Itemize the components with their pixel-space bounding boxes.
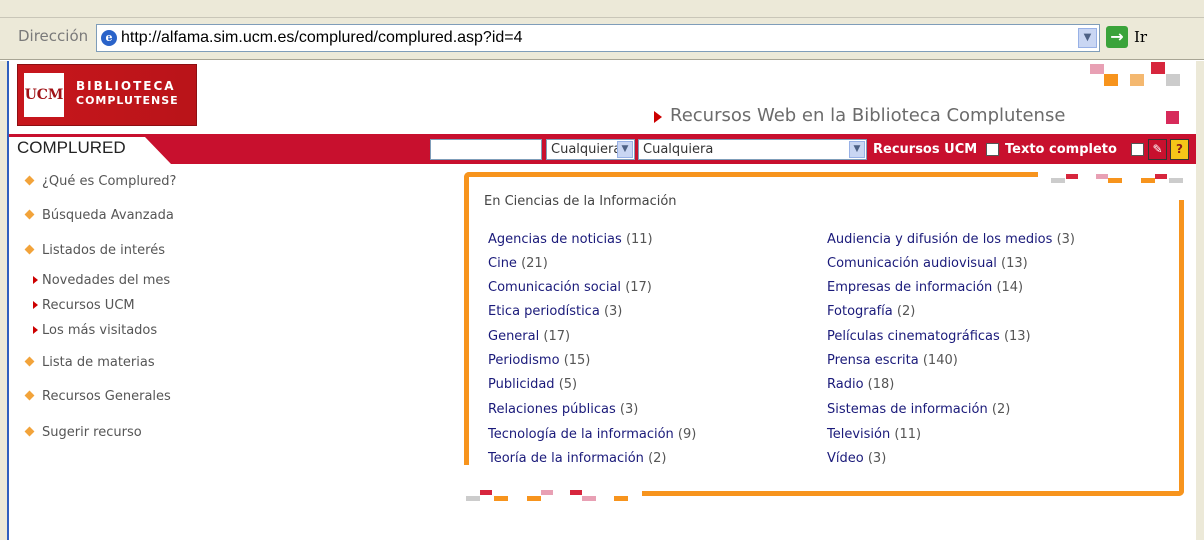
help-icon[interactable]: ? [1170, 139, 1189, 160]
address-bar: Dirección e http://alfama.sim.ucm.es/com… [0, 18, 1204, 60]
category-item[interactable]: Publicidad (5) [488, 377, 577, 392]
biblioteca-logo[interactable]: UCM BIBLIOTECA COMPLUTENSE [17, 64, 197, 126]
diamond-bullet-icon [24, 244, 35, 255]
content-frame-top [464, 172, 1024, 177]
ie-page-icon: e [101, 30, 117, 46]
category-item[interactable]: Audiencia y difusión de los medios (3) [827, 232, 1075, 247]
sidebar-item-listados[interactable]: Listados de interés [24, 243, 165, 258]
diamond-bullet-icon [24, 390, 35, 401]
complured-tab-label: COMPLURED [17, 138, 126, 157]
diamond-bullet-icon [24, 356, 35, 367]
recursos-ucm-checkbox[interactable] [986, 143, 999, 156]
category-item[interactable]: Cine (21) [488, 256, 548, 271]
category-item[interactable]: Comunicación social (17) [488, 280, 652, 295]
arrow-bullet-icon [33, 326, 38, 334]
category-item[interactable]: Películas cinematográficas (13) [827, 329, 1031, 344]
category-item[interactable]: Fotografía (2) [827, 304, 915, 319]
category-item[interactable]: Etica periodística (3) [488, 304, 622, 319]
diamond-bullet-icon [24, 426, 35, 437]
chevron-down-icon[interactable]: ▼ [617, 141, 633, 158]
category-item[interactable]: General (17) [488, 329, 570, 344]
search-input[interactable] [430, 139, 542, 160]
address-url[interactable]: http://alfama.sim.ucm.es/complured/compl… [121, 29, 523, 47]
category-item[interactable]: Tecnología de la información (9) [488, 427, 696, 442]
sidebar-subitem-recursos-ucm[interactable]: Recursos UCM [33, 298, 135, 313]
category-item[interactable]: Periodismo (15) [488, 353, 590, 368]
content-frame-bottom [642, 491, 1184, 496]
window-left-border [0, 61, 9, 540]
content-frame-left [464, 172, 469, 465]
address-dropdown-icon[interactable]: ▼ [1078, 28, 1097, 48]
sidebar-item-que-es[interactable]: ¿Qué es Complured? [24, 174, 176, 189]
sidebar-item-recursos-generales[interactable]: Recursos Generales [24, 389, 171, 404]
texto-completo-label: Texto completo [1005, 142, 1117, 157]
arrow-bullet-icon [33, 301, 38, 309]
diamond-bullet-icon [24, 209, 35, 220]
category-item[interactable]: Teoría de la información (2) [488, 451, 666, 466]
window-right-border [1196, 61, 1204, 540]
category-item[interactable]: Televisión (11) [827, 427, 921, 442]
texto-completo-checkbox[interactable] [1131, 143, 1144, 156]
address-input[interactable]: e http://alfama.sim.ucm.es/complured/com… [96, 24, 1100, 52]
browser-toolbar-strip [0, 0, 1204, 18]
go-arrow-icon[interactable]: → [1106, 26, 1128, 48]
sidebar-subitem-mas-visitados[interactable]: Los más visitados [33, 323, 157, 338]
page-title: Recursos Web en la Biblioteca Complutens… [670, 105, 1066, 126]
title-square-icon [1166, 111, 1179, 124]
search-scope-value: Cualquiera [551, 142, 622, 157]
category-item[interactable]: Agencias de noticias (11) [488, 232, 653, 247]
search-type-value: Cualquiera [643, 142, 714, 157]
search-scope-select[interactable]: Cualquiera ▼ [546, 139, 635, 160]
logo-text-complutense: COMPLUTENSE [76, 94, 179, 107]
sidebar-item-sugerir[interactable]: Sugerir recurso [24, 425, 142, 440]
page-content [0, 61, 1204, 540]
category-item[interactable]: Sistemas de información (2) [827, 402, 1010, 417]
go-button[interactable]: Ir [1134, 28, 1147, 46]
content-frame-right [1179, 200, 1184, 496]
arrow-bullet-icon [33, 276, 38, 284]
chevron-down-icon[interactable]: ▼ [849, 141, 865, 158]
ucm-seal: UCM [24, 73, 64, 117]
category-item[interactable]: Comunicación audiovisual (13) [827, 256, 1028, 271]
diamond-bullet-icon [24, 175, 35, 186]
category-item[interactable]: Prensa escrita (140) [827, 353, 958, 368]
sidebar-item-busqueda-avanzada[interactable]: Búsqueda Avanzada [24, 208, 174, 223]
category-item[interactable]: Radio (18) [827, 377, 894, 392]
search-type-select[interactable]: Cualquiera ▼ [638, 139, 867, 160]
logo-text-biblioteca: BIBLIOTECA [76, 79, 176, 93]
recursos-ucm-label: Recursos UCM [873, 142, 978, 157]
key-search-icon[interactable]: ✎ [1148, 139, 1167, 160]
content-heading: En Ciencias de la Información [484, 194, 677, 209]
category-item[interactable]: Vídeo (3) [827, 451, 886, 466]
address-label: Dirección [18, 27, 89, 45]
category-item[interactable]: Relaciones públicas (3) [488, 402, 638, 417]
category-item[interactable]: Empresas de información (14) [827, 280, 1023, 295]
sidebar-item-lista-materias[interactable]: Lista de materias [24, 355, 155, 370]
sidebar-subitem-novedades[interactable]: Novedades del mes [33, 273, 170, 288]
